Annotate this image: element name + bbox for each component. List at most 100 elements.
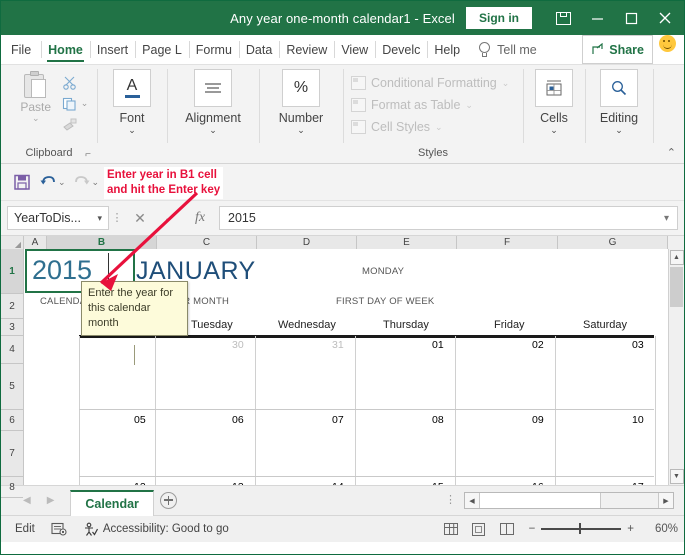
record-macro-button[interactable]: [43, 522, 75, 536]
date-cell[interactable]: 05: [134, 414, 146, 426]
accessibility-status[interactable]: Accessibility: Good to go: [75, 522, 237, 537]
tab-review[interactable]: Review: [279, 35, 334, 64]
vertical-scroll-thumb[interactable]: [670, 267, 683, 307]
cells-chevron-down-icon[interactable]: ⌄: [550, 126, 558, 135]
column-header-d[interactable]: D: [257, 236, 357, 249]
horizontal-scrollbar[interactable]: ◀ ▶: [464, 492, 674, 509]
cancel-x-icon[interactable]: ✕: [125, 205, 155, 231]
row-header-6[interactable]: 6: [1, 410, 23, 431]
column-header-c[interactable]: C: [157, 236, 257, 249]
share-button[interactable]: Share: [582, 35, 653, 64]
date-cell[interactable]: 13: [232, 481, 244, 485]
scroll-up-button[interactable]: ▲: [669, 250, 684, 265]
collapse-ribbon-icon[interactable]: ⌃: [667, 146, 676, 159]
format-as-table-button[interactable]: Format as Table ⌄: [351, 94, 473, 116]
date-cell[interactable]: 12: [134, 481, 146, 485]
column-header-e[interactable]: E: [357, 236, 457, 249]
alignment-group-button[interactable]: Alignment ⌄: [171, 69, 255, 135]
dialog-launcher-icon[interactable]: ⌐: [85, 149, 91, 160]
date-cell[interactable]: 09: [532, 414, 544, 426]
date-cell[interactable]: 17: [632, 481, 644, 485]
tab-developer[interactable]: Develc: [375, 35, 427, 64]
next-sheet-icon[interactable]: ▶: [47, 495, 55, 506]
tab-home[interactable]: Home: [41, 35, 90, 64]
paste-chevron-down-icon[interactable]: ⌄: [32, 114, 40, 123]
horizontal-scroll-thumb[interactable]: [480, 493, 601, 508]
previous-sheet-icon[interactable]: ◀: [23, 495, 31, 506]
zoom-in-button[interactable]: +: [627, 523, 634, 535]
editing-chevron-down-icon[interactable]: ⌄: [615, 126, 623, 135]
date-cell[interactable]: 30: [232, 339, 244, 351]
row-header-4[interactable]: 4: [1, 336, 23, 364]
tab-page-layout[interactable]: Page L: [135, 35, 189, 64]
row-header-2[interactable]: 2: [1, 294, 23, 319]
redo-chevron-down-icon[interactable]: ⌄: [92, 177, 100, 188]
zoom-thumb[interactable]: [579, 523, 582, 535]
scroll-right-button[interactable]: ▶: [658, 493, 673, 508]
cell-styles-chevron-down-icon[interactable]: ⌄: [435, 122, 443, 133]
tell-me-search[interactable]: Tell me: [467, 35, 543, 64]
tab-insert[interactable]: Insert: [89, 35, 135, 64]
editing-group-button[interactable]: Editing ⌄: [589, 69, 649, 135]
column-header-b[interactable]: B: [47, 236, 157, 249]
smiley-feedback-icon[interactable]: [659, 35, 676, 52]
date-cell[interactable]: 14: [332, 481, 344, 485]
add-sheet-icon[interactable]: [154, 492, 184, 509]
scroll-down-button[interactable]: ▼: [669, 469, 684, 484]
column-header-g[interactable]: G: [558, 236, 668, 249]
font-chevron-down-icon[interactable]: ⌄: [128, 126, 136, 135]
enter-check-icon[interactable]: ✓: [155, 205, 185, 231]
select-all-corner[interactable]: ◢: [1, 236, 24, 249]
save-icon[interactable]: [9, 169, 35, 195]
font-group-button[interactable]: A Font ⌄: [101, 69, 163, 135]
date-cell[interactable]: 02: [532, 339, 544, 351]
zoom-track[interactable]: [541, 523, 622, 535]
cell-styles-button[interactable]: Cell Styles ⌄: [351, 116, 443, 138]
scroll-left-button[interactable]: ◀: [465, 493, 480, 508]
page-break-preview-icon[interactable]: [495, 519, 519, 539]
conditional-formatting-chevron-down-icon[interactable]: ⌄: [502, 78, 510, 89]
date-cell[interactable]: 10: [632, 414, 644, 426]
vertical-scrollbar[interactable]: ▲ ▼: [668, 249, 684, 485]
row-header-3[interactable]: 3: [1, 319, 23, 336]
formula-input[interactable]: 2015 ▾: [219, 206, 678, 230]
row-header-1[interactable]: 1: [1, 249, 23, 294]
format-painter-button[interactable]: [62, 115, 89, 134]
date-cell[interactable]: 16: [532, 481, 544, 485]
date-cell[interactable]: 31: [332, 339, 344, 351]
paste-button[interactable]: Paste ⌄: [10, 71, 62, 123]
date-cell[interactable]: 03: [632, 339, 644, 351]
insert-function-fx-icon[interactable]: fx: [185, 205, 215, 231]
row-header-7[interactable]: 7: [1, 431, 23, 477]
column-header-a[interactable]: A: [24, 236, 47, 249]
page-layout-view-icon[interactable]: [467, 519, 491, 539]
number-chevron-down-icon[interactable]: ⌄: [297, 126, 305, 135]
copy-chevron-down-icon[interactable]: ⌄: [81, 98, 89, 109]
conditional-formatting-button[interactable]: Conditional Formatting ⌄: [351, 72, 509, 94]
date-cell[interactable]: 15: [432, 481, 444, 485]
format-as-table-chevron-down-icon[interactable]: ⌄: [465, 100, 473, 111]
cells-group-button[interactable]: Cells ⌄: [527, 69, 581, 135]
date-cell[interactable]: 07: [332, 414, 344, 426]
tab-file[interactable]: File: [1, 35, 41, 64]
expand-formula-bar-icon[interactable]: ▾: [664, 213, 669, 224]
row-header-5[interactable]: 5: [1, 364, 23, 410]
column-header-f[interactable]: F: [457, 236, 558, 249]
cell-e1-firstday[interactable]: MONDAY: [362, 266, 404, 277]
undo-chevron-down-icon[interactable]: ⌄: [58, 177, 66, 188]
zoom-level[interactable]: 60%: [644, 523, 678, 535]
tab-data[interactable]: Data: [238, 35, 279, 64]
name-box[interactable]: YearToDis... ▾: [7, 206, 109, 230]
zoom-out-button[interactable]: −: [529, 523, 536, 535]
date-cell[interactable]: 06: [232, 414, 244, 426]
alignment-chevron-down-icon[interactable]: ⌄: [209, 126, 217, 135]
sheet-tab-calendar[interactable]: Calendar: [70, 490, 154, 516]
date-cell[interactable]: 08: [432, 414, 444, 426]
tab-formulas[interactable]: Formu: [188, 35, 239, 64]
name-box-chevron-down-icon[interactable]: ▾: [97, 213, 102, 224]
normal-view-icon[interactable]: [439, 519, 463, 539]
number-group-button[interactable]: % Number ⌄: [263, 69, 339, 135]
copy-button[interactable]: ⌄: [62, 94, 89, 113]
tab-help[interactable]: Help: [427, 35, 467, 64]
cut-button[interactable]: [62, 73, 89, 92]
